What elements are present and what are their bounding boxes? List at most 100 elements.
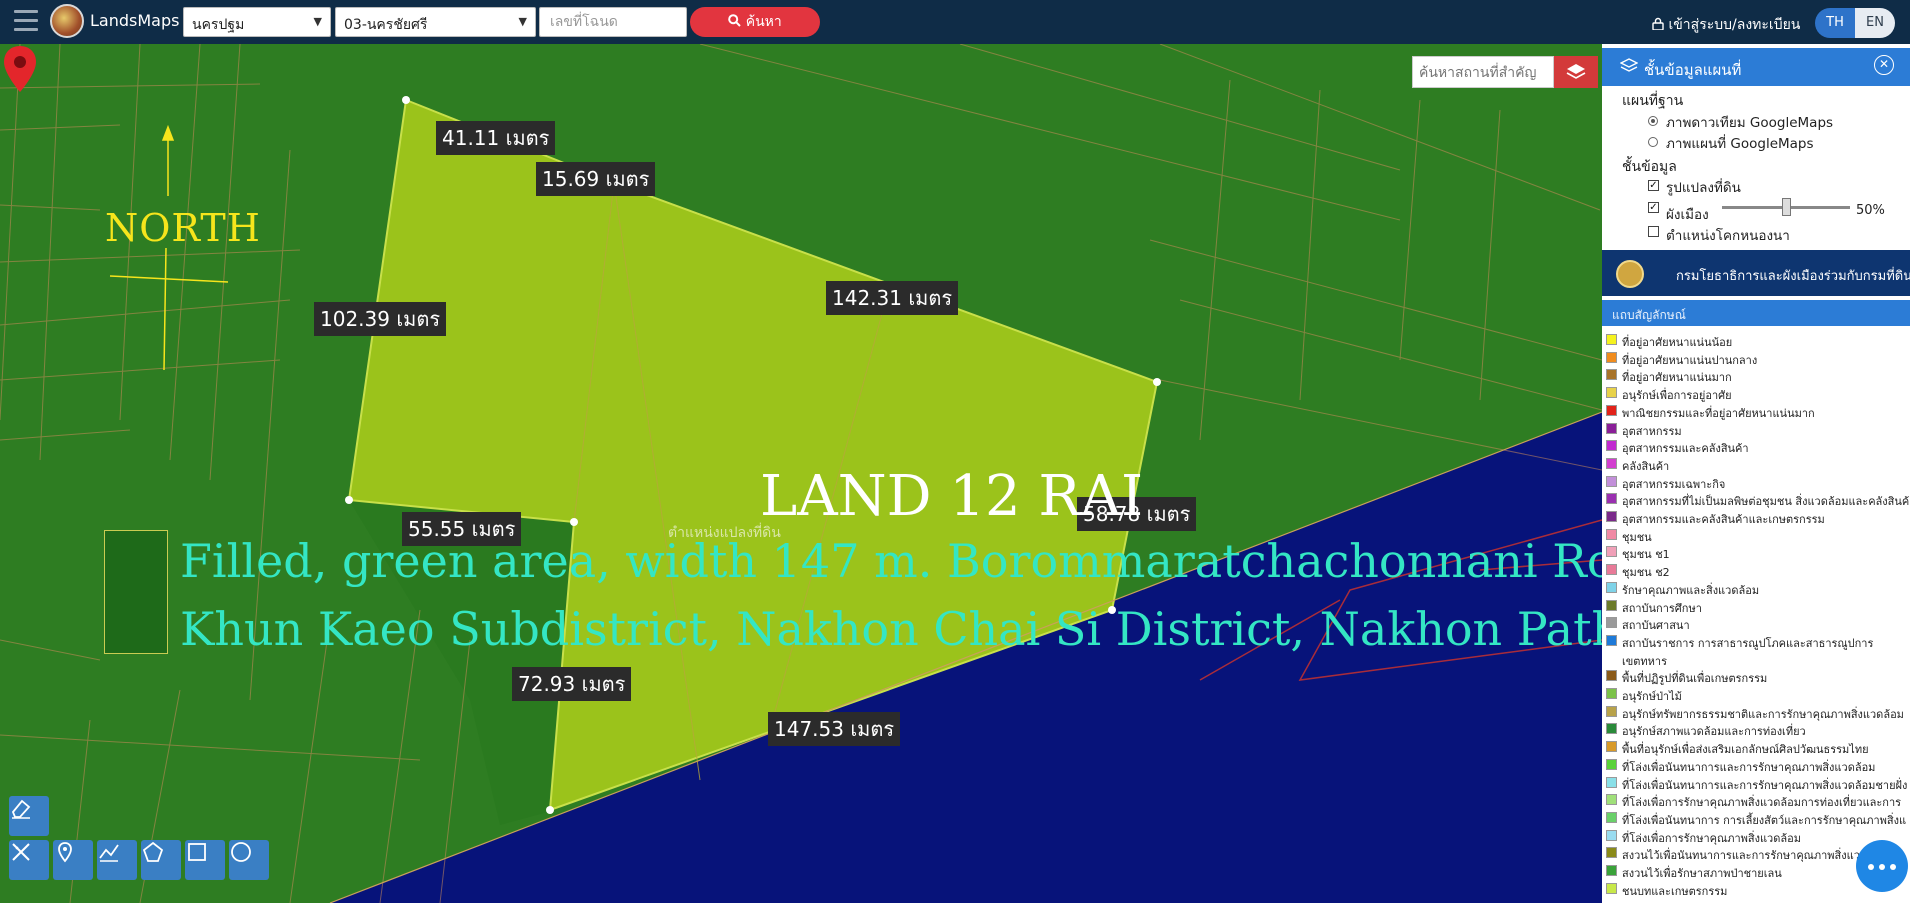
layers-heading: ชั้นข้อมูล [1622, 159, 1677, 175]
login-label: เข้าสู่ระบบ/ลงทะเบียน [1668, 17, 1801, 33]
lang-en-button[interactable]: EN [1855, 8, 1895, 38]
polygon-icon [142, 841, 164, 862]
legend-swatch [1606, 865, 1617, 876]
more-icon-dot [1890, 864, 1896, 870]
legend-label: ที่อยู่อาศัยหนาแน่นมาก [1622, 371, 1732, 385]
rectangle-tool-button[interactable] [185, 840, 225, 880]
legend-swatch [1606, 723, 1617, 735]
panel-header: ชั้นข้อมูลแผนที่ ✕ [1602, 48, 1910, 86]
legend-label: อนุรักษ์ทรัพยากรธรรมชาติและการรักษาคุณภา… [1622, 707, 1904, 721]
legend-swatch [1606, 741, 1617, 753]
brand-name: LandsMaps [90, 11, 180, 30]
search-icon [728, 14, 741, 27]
legend-swatch [1606, 847, 1617, 859]
legend-label: พาณิชยกรรมและที่อยู่อาศัยหนาแน่นมาก [1622, 406, 1815, 420]
legend-swatch [1606, 334, 1617, 345]
survey-layer-checkbox[interactable] [1648, 226, 1659, 237]
basemap-heading: แผนที่ฐาน [1622, 93, 1684, 109]
legend-swatch [1606, 404, 1617, 416]
legend-label: ที่อยู่อาศัยหนาแน่นน้อย [1622, 336, 1733, 349]
north-label: NORTH [105, 206, 261, 250]
org-banner-text: กรมโยธาธิการและผังเมืองร่วมกับกรมที่ดิน [1676, 269, 1910, 284]
cityplan-layer-label: ผังเมือง [1666, 207, 1709, 223]
opacity-slider-thumb[interactable] [1782, 198, 1791, 216]
legend-label: อุตสาหกรรมและคลังสินค้า [1622, 442, 1749, 456]
circle-tool-button[interactable] [229, 840, 269, 880]
description-line-2: Khun Kaeo Subdistrict, Nakhon Chai Si Di… [180, 602, 1602, 656]
legend-label: อุตสาหกรรมที่ไม่เป็นมลพิษต่อชุมชน สิ่งแว… [1622, 495, 1910, 509]
basemap-roadmap-radio[interactable] [1648, 137, 1658, 147]
opacity-value: 50% [1856, 203, 1885, 218]
layers-icon [1566, 64, 1586, 79]
measurement-label: 102.39 เมตร [314, 302, 447, 336]
map-pin-icon[interactable] [0, 44, 40, 94]
legend-label: ที่โล่งเพื่อนันทนาการและการรักษาคุณภาพสิ… [1622, 760, 1876, 774]
district-select[interactable]: 03-นครชัยศรี ▼ [335, 7, 536, 37]
layers-toggle-button[interactable] [1554, 56, 1598, 88]
chevron-down-icon: ▼ [518, 15, 527, 28]
legend-heading: แถบสัญลักษณ์ [1602, 300, 1910, 326]
legend-swatch [1606, 794, 1617, 806]
legend-swatch [1606, 351, 1617, 363]
province-select[interactable]: นครปฐม ▼ [183, 7, 331, 37]
measurement-label: 72.93 เมตร [512, 667, 632, 701]
legend-swatch [1606, 422, 1617, 434]
map-layers-panel: ชั้นข้อมูลแผนที่ ✕ แผนที่ฐาน ภาพดาวเทียม… [1602, 44, 1910, 903]
legend-label: พื้นที่ปฏิรูปที่ดินเพื่อเกษตรกรรม [1622, 672, 1768, 686]
map-view[interactable]: 41.11 เมตร 15.69 เมตร 102.39 เมตร 142.31… [0, 44, 1602, 903]
legend-label: ชนบทและเกษตรกรรม [1622, 884, 1728, 898]
legend-swatch [1606, 776, 1617, 788]
legend-heading-label: แถบสัญลักษณ์ [1612, 308, 1686, 322]
legend-swatch [1606, 882, 1617, 894]
legend-label: ชุมชน ช1 [1622, 548, 1670, 562]
legend-label: ที่โล่งเพื่อนันทนาการและการรักษาคุณภาพสิ… [1622, 778, 1908, 792]
circle-icon [231, 842, 251, 862]
panel-title: ชั้นข้อมูลแผนที่ [1644, 61, 1742, 79]
parcel-layer-checkbox[interactable]: ✓ [1648, 180, 1659, 191]
lock-icon [1652, 17, 1664, 31]
legend-label: อนุรักษ์ป่าไม้ [1622, 690, 1682, 703]
measurement-label: 15.69 เมตร [536, 162, 656, 196]
legend-label: สถาบันศาสนา [1622, 619, 1690, 633]
line-icon [99, 844, 119, 862]
district-select-value: 03-นครชัยศรี [344, 17, 428, 33]
polygon-tool-button[interactable] [141, 840, 181, 880]
legend-swatch [1606, 387, 1617, 399]
poi-search-input[interactable] [1412, 56, 1554, 88]
measure-tool-button[interactable] [9, 840, 49, 880]
legend-swatch [1606, 758, 1617, 770]
legend-swatch [1606, 688, 1617, 699]
legend-swatch [1606, 457, 1617, 469]
close-icon[interactable]: ✕ [1874, 55, 1894, 75]
marker-tool-button[interactable] [53, 840, 93, 880]
line-tool-button[interactable] [97, 840, 137, 880]
eraser-tool-button[interactable] [9, 796, 49, 836]
legend-label: ชุมชน ช2 [1622, 566, 1670, 580]
legend-swatch [1606, 369, 1617, 381]
cityplan-layer-checkbox[interactable]: ✓ [1648, 202, 1659, 213]
province-select-value: นครปฐม [192, 17, 245, 33]
legend-label: อนุรักษ์สภาพแวดล้อมและการท่องเที่ยว [1622, 725, 1806, 739]
deed-number-input[interactable] [539, 7, 687, 37]
more-options-button[interactable] [1856, 840, 1908, 892]
legend-swatch [1606, 634, 1617, 646]
search-button-label: ค้นหา [745, 14, 782, 30]
menu-icon[interactable] [14, 10, 38, 32]
legend-label: ชุมชน [1622, 530, 1652, 544]
legend-swatch [1606, 670, 1617, 682]
marker-icon [58, 842, 72, 863]
search-button[interactable]: ค้นหา [690, 7, 820, 37]
chevron-down-icon: ▼ [313, 15, 322, 28]
legend-label: อุตสาหกรรมเฉพาะกิจ [1622, 477, 1726, 491]
login-link[interactable]: เข้าสู่ระบบ/ลงทะเบียน [1652, 14, 1800, 36]
basemap-satellite-radio[interactable] [1648, 116, 1658, 126]
legend-swatch [1606, 599, 1617, 611]
legend-swatch [1606, 440, 1617, 452]
basemap-satellite-label: ภาพดาวเทียม GoogleMaps [1666, 115, 1834, 131]
legend-label: ที่โล่งเพื่อการรักษาคุณภาพสิ่งแวดล้อม [1622, 831, 1801, 845]
legend-label: คลังสินค้า [1622, 459, 1670, 473]
legend-swatch [1606, 493, 1617, 505]
legend-label: ที่อยู่อาศัยหนาแน่นปานกลาง [1622, 353, 1758, 367]
lang-th-button[interactable]: TH [1815, 8, 1855, 38]
legend-label: สถาบันการศึกษา [1622, 601, 1702, 615]
